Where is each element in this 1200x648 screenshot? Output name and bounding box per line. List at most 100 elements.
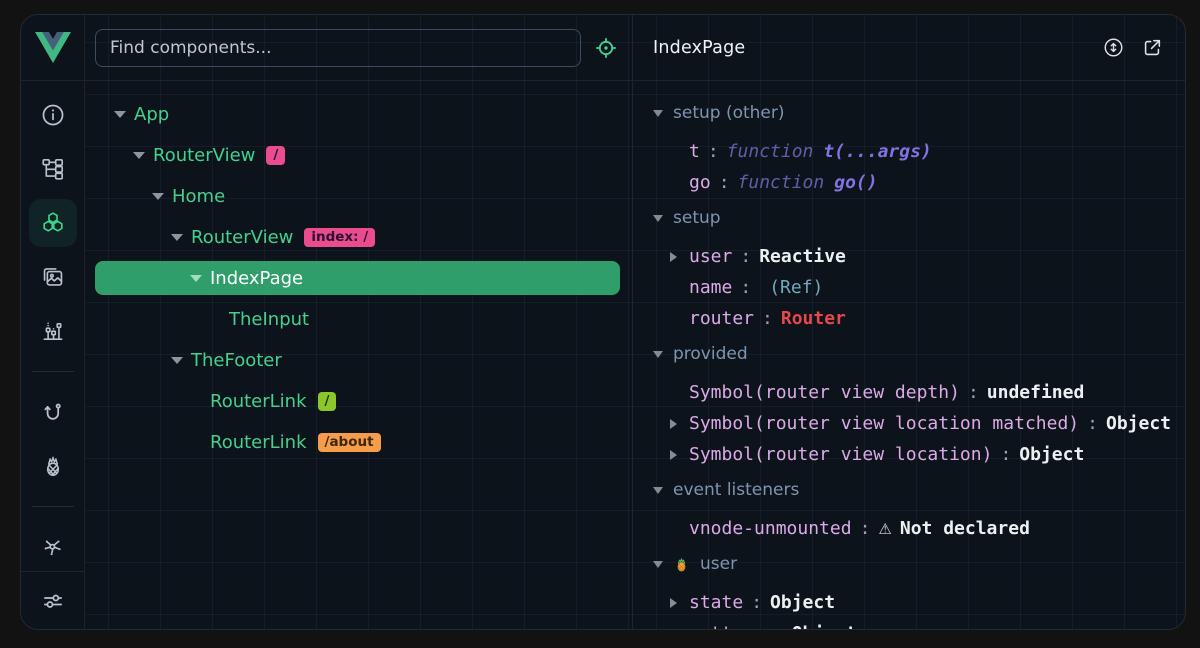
caret-down-icon: [653, 561, 663, 568]
caret-down-icon[interactable]: [132, 152, 145, 159]
component-label: TheFooter: [191, 350, 282, 371]
tree-row-routerview-index[interactable]: RouterView index: /: [95, 217, 620, 258]
sidebar: [21, 15, 85, 629]
sidebar-item-assets[interactable]: [29, 253, 77, 301]
component-label: TheInput: [229, 309, 309, 330]
tree-row-app[interactable]: App: [95, 94, 620, 135]
route-badge: index: /: [304, 228, 375, 248]
state-row[interactable]: vnode-unmounted : ⚠ Not declared: [633, 513, 1185, 544]
sidebar-item-graph[interactable]: [29, 523, 77, 571]
state-row[interactable]: Symbol(router view location) : Object: [633, 439, 1185, 470]
state-row[interactable]: router : Router: [633, 303, 1185, 334]
expand-icon[interactable]: [670, 598, 681, 608]
state-row[interactable]: Symbol(router view location matched) : O…: [633, 408, 1185, 439]
route-badge: /: [266, 146, 285, 166]
section-event-listeners: event listeners vnode-unmounted : ⚠ Not …: [633, 472, 1185, 544]
state-inspector: setup (other) t : function t(...args) go…: [633, 81, 1185, 629]
target-icon: [594, 36, 618, 60]
expand-icon[interactable]: [670, 419, 681, 429]
tree-row-routerview[interactable]: RouterView /: [95, 135, 620, 176]
route-badge: /: [318, 392, 337, 412]
section-provided: provided Symbol(router view depth) : und…: [633, 336, 1185, 470]
sidebar-item-info[interactable]: [29, 91, 77, 139]
section-setup: setup user : Reactive name : (Ref) route…: [633, 200, 1185, 334]
route-badge: /about: [318, 433, 381, 453]
sidebar-nav: [21, 81, 84, 571]
component-tree: App RouterView / Home RouterView index: …: [85, 81, 632, 463]
open-in-editor-icon: [1141, 37, 1163, 59]
settings-sliders-icon: [40, 588, 66, 614]
caret-down-icon[interactable]: [170, 357, 183, 364]
component-label: RouterView: [153, 145, 255, 166]
pinia-outline-icon: [40, 453, 66, 479]
info-icon: [40, 102, 66, 128]
caret-down-icon[interactable]: [189, 275, 202, 282]
sidebar-item-settings[interactable]: [21, 571, 84, 629]
inspector-panel: IndexPage setup (other): [633, 15, 1185, 629]
pinia-pineapple-icon: [673, 556, 690, 573]
caret-down-icon[interactable]: [170, 234, 183, 241]
caret-down-icon[interactable]: [113, 111, 126, 118]
devtools-window: App RouterView / Home RouterView index: …: [20, 14, 1186, 630]
section-header[interactable]: setup (other): [633, 95, 1185, 131]
component-label: RouterLink: [210, 432, 307, 453]
tree-row-thefooter[interactable]: TheFooter: [95, 340, 620, 381]
search-input[interactable]: [95, 29, 581, 67]
state-row[interactable]: go : function go(): [633, 167, 1185, 198]
sidebar-item-router[interactable]: [29, 388, 77, 436]
scroll-to-component-button[interactable]: [1102, 36, 1125, 59]
timeline-icon: [40, 318, 66, 344]
expand-icon[interactable]: [670, 450, 681, 460]
state-row[interactable]: state : Object: [633, 587, 1185, 618]
component-tree-icon: [40, 156, 66, 182]
tree-row-theinput[interactable]: TheInput: [95, 299, 620, 340]
state-row[interactable]: user : Reactive: [633, 241, 1185, 272]
module-graph-icon: [40, 534, 66, 560]
images-icon: [40, 264, 66, 290]
sidebar-divider: [32, 506, 74, 507]
sidebar-divider: [32, 371, 74, 372]
section-header[interactable]: user: [633, 546, 1185, 582]
component-tree-panel: App RouterView / Home RouterView index: …: [85, 15, 633, 629]
section-pinia-user: user state : Object getters : Object: [633, 546, 1185, 629]
component-label: RouterView: [191, 227, 293, 248]
component-label: RouterLink: [210, 391, 307, 412]
inspector-header: IndexPage: [633, 15, 1185, 81]
expand-icon[interactable]: [670, 629, 681, 630]
section-setup-other: setup (other) t : function t(...args) go…: [633, 95, 1185, 198]
sidebar-item-components[interactable]: [29, 199, 77, 247]
state-row[interactable]: t : function t(...args): [633, 136, 1185, 167]
tree-row-indexpage-selected[interactable]: IndexPage: [95, 258, 620, 299]
expand-icon[interactable]: [670, 252, 681, 262]
tree-row-routerlink-about[interactable]: RouterLink /about: [95, 422, 620, 463]
open-in-editor-button[interactable]: [1141, 37, 1163, 59]
state-row[interactable]: Symbol(router view depth) : undefined: [633, 377, 1185, 408]
state-row[interactable]: getters : Object: [633, 618, 1185, 629]
inspect-component-button[interactable]: [594, 36, 618, 60]
vue-logo[interactable]: [21, 15, 84, 81]
sidebar-item-pages[interactable]: [29, 145, 77, 193]
components-icon: [40, 210, 66, 236]
vue-logo-icon: [35, 32, 71, 63]
state-row[interactable]: name : (Ref): [633, 272, 1185, 303]
component-label: Home: [172, 186, 225, 207]
sidebar-item-pinia[interactable]: [29, 442, 77, 490]
scroll-to-icon: [1102, 36, 1125, 59]
caret-down-icon: [653, 487, 663, 494]
sidebar-item-timeline[interactable]: [29, 307, 77, 355]
tree-toolbar: [85, 15, 632, 81]
component-label: IndexPage: [210, 268, 303, 289]
warning-icon: ⚠: [878, 520, 891, 538]
section-header[interactable]: setup: [633, 200, 1185, 236]
caret-down-icon: [653, 351, 663, 358]
tree-row-home[interactable]: Home: [95, 176, 620, 217]
router-hook-icon: [40, 399, 66, 425]
caret-down-icon[interactable]: [151, 193, 164, 200]
caret-down-icon: [653, 215, 663, 222]
inspected-component-title: IndexPage: [653, 38, 1086, 58]
component-label: App: [134, 104, 169, 125]
section-header[interactable]: event listeners: [633, 472, 1185, 508]
caret-down-icon: [653, 110, 663, 117]
section-header[interactable]: provided: [633, 336, 1185, 372]
tree-row-routerlink-home[interactable]: RouterLink /: [95, 381, 620, 422]
